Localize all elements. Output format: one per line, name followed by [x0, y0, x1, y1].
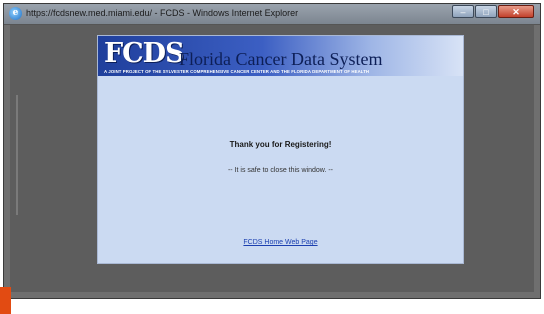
fcds-home-link[interactable]: FCDS Home Web Page: [98, 239, 463, 246]
window-controls: – □ ✕: [452, 5, 534, 18]
close-button[interactable]: ✕: [498, 5, 534, 18]
title-bar[interactable]: e https://fcdsnew.med.miami.edu/ - FCDS …: [4, 4, 540, 25]
maximize-button[interactable]: □: [475, 5, 497, 18]
banner-tagline: A JOINT PROJECT OF THE SYLVESTER COMPREH…: [104, 69, 370, 74]
viewport-edge: [16, 95, 18, 215]
brand-title: Florida Cancer Data System: [179, 49, 383, 69]
orange-corner-mark: [0, 287, 11, 314]
browser-window: e https://fcdsnew.med.miami.edu/ - FCDS …: [3, 3, 541, 299]
thanks-message: Thank you for Registering!: [229, 140, 332, 149]
fcds-logo: FCDS: [104, 38, 185, 69]
registration-page: FCDS Florida Cancer Data System A JOINT …: [97, 35, 464, 264]
safe-to-close-message: -- It is safe to close this window. --: [227, 167, 334, 174]
window-title: https://fcdsnew.med.miami.edu/ - FCDS - …: [26, 8, 299, 18]
ie-icon: e: [9, 7, 22, 20]
fcds-banner: FCDS Florida Cancer Data System A JOINT …: [98, 36, 463, 76]
minimize-button[interactable]: –: [452, 5, 474, 18]
